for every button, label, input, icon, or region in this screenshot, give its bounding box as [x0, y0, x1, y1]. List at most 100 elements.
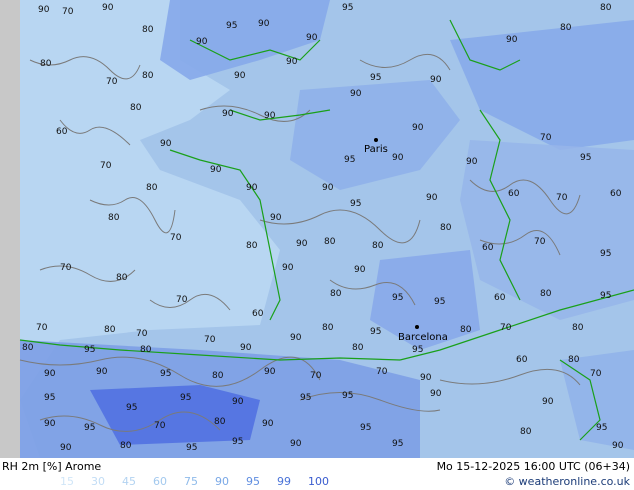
contour-label: 70 [154, 421, 166, 431]
contour-label: 90 [264, 367, 276, 377]
contour-label: 90 [282, 263, 294, 273]
contour-label: 80 [330, 289, 342, 299]
city-marker-barcelona [415, 325, 419, 329]
legend-value: 99 [277, 475, 291, 488]
contour-label: 70 [176, 295, 188, 305]
contour-label: 70 [36, 323, 48, 333]
contour-label: 90 [160, 139, 172, 149]
weather-map: Paris Barcelona 90 70 90 80 90 95 90 95 … [0, 0, 634, 458]
contour-label: 95 [84, 423, 95, 433]
no-data-strip [0, 0, 20, 458]
contour-label: 80 [572, 323, 584, 333]
contour-label: 90 [262, 419, 274, 429]
contour-label: 80 [352, 343, 364, 353]
contour-label: 70 [556, 193, 568, 203]
contour-label: 90 [466, 157, 478, 167]
contour-label: 95 [360, 423, 371, 433]
contour-label: 90 [258, 19, 270, 29]
contour-label: 95 [186, 443, 197, 453]
legend-value: 15 [60, 475, 74, 488]
contour-label: 95 [580, 153, 591, 163]
contour-label: 95 [84, 345, 95, 355]
contour-label: 60 [494, 293, 506, 303]
city-marker-paris [374, 138, 378, 142]
contour-label: 95 [350, 199, 361, 209]
contour-label: 80 [540, 289, 552, 299]
contour-label: 80 [560, 23, 572, 33]
contour-label: 95 [370, 327, 381, 337]
contour-label: 80 [108, 213, 120, 223]
legend-value: 45 [122, 475, 136, 488]
site-credit[interactable]: © weatheronline.co.uk [504, 475, 630, 488]
contour-label: 90 [290, 439, 302, 449]
contour-label: 90 [96, 367, 108, 377]
contour-label: 90 [246, 183, 258, 193]
contour-label: 80 [116, 273, 128, 283]
contour-label: 80 [146, 183, 158, 193]
legend-value: 30 [91, 475, 105, 488]
contour-label: 95 [226, 21, 237, 31]
contour-label: 90 [430, 389, 442, 399]
contour-label: 95 [344, 155, 355, 165]
contour-label: 70 [534, 237, 546, 247]
contour-label: 70 [170, 233, 182, 243]
city-label-barcelona: Barcelona [398, 332, 448, 343]
contour-label: 60 [508, 189, 520, 199]
contour-label: 80 [372, 241, 384, 251]
contour-label: 90 [60, 443, 72, 453]
contour-label: 90 [506, 35, 518, 45]
contour-label: 95 [300, 393, 311, 403]
contour-label: 90 [412, 123, 424, 133]
contour-label: 90 [102, 3, 114, 13]
contour-label: 80 [322, 323, 334, 333]
contour-label: 90 [322, 183, 334, 193]
contour-label: 90 [38, 5, 50, 15]
contour-label: 90 [420, 373, 432, 383]
contour-label: 70 [540, 133, 552, 143]
contour-label: 80 [246, 241, 258, 251]
contour-label: 80 [440, 223, 452, 233]
contour-label: 80 [142, 25, 154, 35]
contour-label: 90 [210, 165, 222, 175]
contour-label: 70 [136, 329, 148, 339]
contour-label: 70 [590, 369, 602, 379]
contour-label: 95 [160, 369, 171, 379]
contour-label: 80 [600, 3, 612, 13]
contour-label: 70 [100, 161, 112, 171]
contour-label: 80 [22, 343, 34, 353]
contour-label: 90 [354, 265, 366, 275]
contour-label: 90 [296, 239, 308, 249]
legend-value: 75 [184, 475, 198, 488]
contour-label: 90 [270, 213, 282, 223]
contour-label: 95 [232, 437, 243, 447]
contour-label: 90 [542, 397, 554, 407]
contour-label: 90 [264, 111, 276, 121]
contour-label: 95 [126, 403, 137, 413]
contour-label: 70 [376, 367, 388, 377]
contour-label: 95 [392, 293, 403, 303]
contour-label: 80 [104, 325, 116, 335]
contour-label: 90 [240, 343, 252, 353]
contour-label: 80 [142, 71, 154, 81]
contour-label: 90 [290, 333, 302, 343]
contour-label: 95 [600, 291, 611, 301]
legend-value: 95 [246, 475, 260, 488]
contour-label: 95 [392, 439, 403, 449]
contour-label: 80 [212, 371, 224, 381]
contour-label: 90 [392, 153, 404, 163]
contour-label: 80 [568, 355, 580, 365]
contour-label: 80 [460, 325, 472, 335]
color-legend: 15 30 45 60 75 90 95 99 100 [60, 475, 339, 488]
contour-label: 90 [196, 37, 208, 47]
contour-label: 70 [60, 263, 72, 273]
contour-label: 90 [44, 369, 56, 379]
contour-label: 95 [342, 391, 353, 401]
contour-label: 80 [520, 427, 532, 437]
contour-label: 95 [434, 297, 445, 307]
city-label-paris: Paris [364, 144, 388, 155]
contour-label: 80 [324, 237, 336, 247]
contour-label: 95 [44, 393, 55, 403]
contour-label: 90 [306, 33, 318, 43]
contour-label: 90 [286, 57, 298, 67]
contour-label: 70 [204, 335, 216, 345]
